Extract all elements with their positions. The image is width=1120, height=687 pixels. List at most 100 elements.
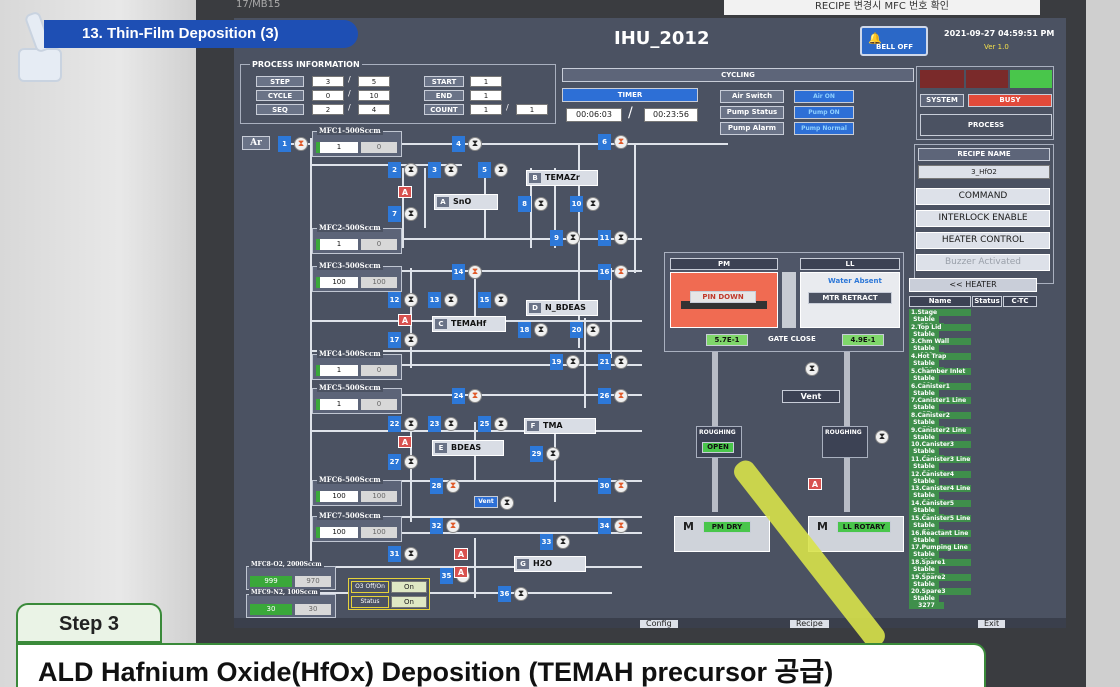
valve-icon[interactable]: ⧗ [534, 197, 548, 211]
valve-icon[interactable]: ⧗ [494, 293, 508, 307]
heater-row[interactable]: 1.StageStable330 [909, 309, 1038, 330]
valve-icon[interactable]: ⧗ [404, 293, 418, 307]
ll-valve-icon[interactable]: ⧗ [875, 430, 889, 444]
valve-icon[interactable]: ⧗ [614, 135, 628, 149]
precursor-tma[interactable]: F TMA [524, 418, 596, 434]
precursor-temazr[interactable]: B TEMAZr [526, 170, 598, 186]
valve-icon[interactable]: ⧗ [446, 519, 460, 533]
vent-valve-icon[interactable]: ⧗ [805, 362, 819, 376]
recipe-name: 3_HfO2 [918, 165, 1050, 179]
bell-off-button[interactable]: 🔔 BELL OFF [860, 26, 928, 56]
valve-icon[interactable]: ⧗ [444, 293, 458, 307]
heater-name: 18.Spare1 [909, 558, 971, 566]
heater-row[interactable]: 17.Pumping LineStable120 [909, 544, 1038, 566]
heater-row[interactable]: 20.Spare3 Stable 3277 [909, 588, 1038, 610]
heater-row[interactable]: 13.Canister4 LineStable80 [909, 485, 1038, 507]
mfc-6[interactable]: MFC6-500Sccm 100 100 [312, 475, 402, 506]
heater-row[interactable]: 12.Canister4Stable60 [909, 470, 1038, 492]
command-button-2[interactable]: HEATER CONTROL [916, 232, 1050, 249]
valve-icon[interactable]: ⧗ [586, 323, 600, 337]
valve-icon[interactable]: ⧗ [404, 455, 418, 469]
valve-icon[interactable]: ⧗ [494, 163, 508, 177]
valve-icon[interactable]: ⧗ [566, 231, 580, 245]
heater-row[interactable]: 16.Reactant LineStable79 [909, 529, 1038, 551]
heater-row[interactable]: 2.Top LidStable120 [909, 323, 1038, 345]
valve-icon[interactable]: ⧗ [566, 355, 580, 369]
exit-button[interactable]: Exit [978, 620, 1006, 628]
valve-icon[interactable]: ⧗ [468, 137, 482, 151]
valve-icon[interactable]: ⧗ [494, 417, 508, 431]
heater-row[interactable]: 3.Chm WallStable120 [909, 338, 1038, 360]
heater-row[interactable]: 18.Spare1Stable3277 [909, 558, 1038, 580]
valve-icon[interactable]: ⧗ [514, 587, 528, 601]
valve-icon[interactable]: ⧗ [614, 355, 628, 369]
mfc-setpoint: 1 [316, 399, 358, 410]
heater-row[interactable]: 7.Canister1 LineStable37 [909, 397, 1038, 419]
valve-icon[interactable]: ⧗ [468, 265, 482, 279]
mfc-1[interactable]: MFC1-500Sccm 1 0 [312, 126, 402, 157]
heater-row[interactable]: 19.Spare2Stable3277 [909, 573, 1038, 595]
alarm-badge: A [454, 566, 468, 578]
config-button[interactable]: Config [640, 620, 678, 628]
valve-icon[interactable]: ⧗ [614, 231, 628, 245]
valve-icon[interactable]: ⧗ [556, 535, 570, 549]
pm-dry-pump[interactable]: M PM DRY [674, 516, 770, 552]
mfc-2[interactable]: MFC2-500Sccm 1 0 [312, 223, 402, 254]
heater-row[interactable]: 15.Canister5 LineStable79 [909, 514, 1038, 536]
valve-icon[interactable]: ⧗ [444, 163, 458, 177]
mfc-4[interactable]: MFC4-500Sccm 1 0 [312, 349, 402, 380]
valve-icon[interactable]: ⧗ [468, 389, 482, 403]
o3-value[interactable]: On [391, 581, 427, 593]
heater-name: 9.Canister2 Line [909, 426, 971, 434]
heater-row[interactable]: 8.Canister2Stable70 [909, 411, 1038, 433]
pi-right-label: START [424, 76, 464, 87]
precursor-n_bdeas[interactable]: D N_BDEAS [526, 300, 598, 316]
valve-icon[interactable]: ⧗ [546, 447, 560, 461]
heater-row[interactable]: 11.Canister3 LineStable80 [909, 456, 1038, 477]
hmi-screen: IHU_2012 🔔 BELL OFF 2021-09-27 04:59:51 … [234, 18, 1066, 628]
valve-icon[interactable]: ⧗ [586, 197, 600, 211]
mfc-actual: 0 [361, 365, 397, 376]
heater-row[interactable]: 10.Canister3Stable60 [909, 441, 1038, 463]
valve-icon[interactable]: ⧗ [294, 137, 308, 151]
valve-icon[interactable]: ⧗ [404, 207, 418, 221]
valve-icon[interactable]: ⧗ [614, 389, 628, 403]
mfc-3[interactable]: MFC3-500Sccm 100 100 [312, 261, 402, 292]
precursor-tag: G [517, 559, 529, 569]
mfc-5[interactable]: MFC5-500Sccm 1 0 [312, 383, 402, 414]
vent-small-valve-icon[interactable]: ⧗ [500, 496, 514, 510]
valve-icon[interactable]: ⧗ [404, 163, 418, 177]
command-button-0[interactable]: COMMAND [916, 188, 1050, 205]
mfc-7[interactable]: MFC7-500Sccm 100 100 [312, 511, 402, 542]
heater-toggle-button[interactable]: << HEATER [909, 278, 1037, 292]
precursor-h2o[interactable]: G H2O [514, 556, 586, 572]
recipe-button[interactable]: Recipe [790, 620, 829, 628]
heater-row[interactable]: 9.Canister2 LineStable89 [909, 426, 1038, 448]
heater-row[interactable]: 5.Chamber InletStable99 [909, 367, 1038, 389]
precursor-bdeas[interactable]: E BDEAS [432, 440, 504, 456]
mfc-name: MFC4-500Sccm [317, 349, 383, 358]
valve-icon[interactable]: ⧗ [404, 547, 418, 561]
valve-icon[interactable]: ⧗ [446, 479, 460, 493]
alarm-badge: A [398, 186, 412, 198]
valve-icon[interactable]: ⧗ [404, 417, 418, 431]
command-button-3[interactable]: Buzzer Activated [916, 254, 1050, 271]
precursor-temahf[interactable]: C TEMAHf [432, 316, 506, 332]
pi-row-sep: / [348, 75, 351, 84]
gate-valve[interactable] [782, 272, 796, 328]
valve-icon[interactable]: ⧗ [614, 519, 628, 533]
mfc8[interactable]: MFC8-O2, 2000Sccm 999 970 [246, 561, 336, 590]
command-button-1[interactable]: INTERLOCK ENABLE [916, 210, 1050, 227]
valve-icon[interactable]: ⧗ [534, 323, 548, 337]
mfc9[interactable]: MFC9-N2, 100Sccm 30 30 [246, 589, 336, 618]
heater-row[interactable]: 14.Canister5Stable59 [909, 500, 1038, 522]
ll-rotary-pump[interactable]: M LL ROTARY [808, 516, 904, 552]
valve-icon[interactable]: ⧗ [614, 265, 628, 279]
heater-row[interactable]: 6.Canister1Stable29 [909, 382, 1038, 404]
valve-icon[interactable]: ⧗ [404, 333, 418, 347]
valve-icon[interactable]: ⧗ [614, 479, 628, 493]
precursor-sno[interactable]: A SnO [434, 194, 498, 210]
valve-number: 22 [388, 416, 401, 432]
heater-row[interactable]: 4.Hot TrapStable450 [909, 353, 1038, 375]
valve-icon[interactable]: ⧗ [444, 417, 458, 431]
